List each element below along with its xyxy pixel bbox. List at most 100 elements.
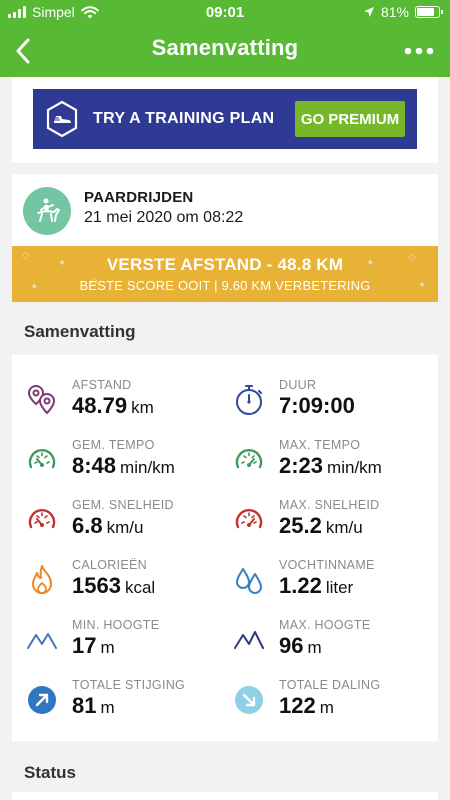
stat-value: 81 m xyxy=(72,693,115,719)
stat-unit: kcal xyxy=(124,578,156,597)
stat-max-speed: MAX. SNELHEID 25.2 km/u xyxy=(231,498,431,548)
speedometer-icon xyxy=(24,442,60,478)
stat-unit: km xyxy=(131,398,154,417)
sparkle-icon: ✦ xyxy=(418,280,427,291)
location-pins-icon xyxy=(24,382,60,418)
mountains-icon xyxy=(24,622,60,658)
summary-section-title: Samenvatting xyxy=(24,322,136,341)
status-section-title: Status xyxy=(24,763,76,782)
battery-icon xyxy=(415,6,443,18)
sparkle-icon: ✦ xyxy=(58,258,67,269)
stat-total-descent: TOTALE DALING 122 m xyxy=(231,678,431,728)
stat-value: 48.79 km xyxy=(72,393,154,419)
banner-container: TRY A TRAINING PLAN GO PREMIUM xyxy=(12,77,438,163)
stat-unit: m xyxy=(307,638,322,657)
stat-total-ascent: TOTALE STIJGING 81 m xyxy=(24,678,224,728)
stat-number: 17 xyxy=(72,633,97,658)
shoe-shield-icon xyxy=(46,100,78,138)
sparkle-icon: ✦ xyxy=(366,258,375,269)
stat-label: TOTALE DALING xyxy=(279,678,381,692)
go-premium-button[interactable]: GO PREMIUM xyxy=(295,101,405,137)
stat-value: 8:48 min/km xyxy=(72,453,175,479)
stat-label: GEM. TEMPO xyxy=(72,438,155,452)
stat-value: 25.2 km/u xyxy=(279,513,363,539)
summary-stats-card: AFSTAND 48.79 km DUUR 7:09:00 GEM. TEMPO … xyxy=(12,355,438,741)
stat-label: MAX. TEMPO xyxy=(279,438,361,452)
nav-bar: Samenvatting xyxy=(0,26,450,77)
stat-number: 81 xyxy=(72,693,97,718)
stat-label: VOCHTINNAME xyxy=(279,558,375,572)
stat-number: 8:48 xyxy=(72,453,117,478)
speedometer-icon xyxy=(231,442,267,478)
stat-unit: min/km xyxy=(327,458,382,477)
stat-max-altitude: MAX. HOOGTE 96 m xyxy=(231,618,431,668)
record-subtitle: BESTE SCORE OOIT | 9.60 KM VERBETERING xyxy=(79,278,371,293)
mountains-icon xyxy=(231,622,267,658)
stat-value: 17 m xyxy=(72,633,115,659)
arrow-up-right-icon xyxy=(24,682,60,718)
stat-calories: CALORIEËN 1563 kcal xyxy=(24,558,224,608)
activity-card: PAARDRIJDEN 21 mei 2020 om 08:22 ◇ ✦ ✦ ◇… xyxy=(12,174,438,302)
stat-duration: DUUR 7:09:00 xyxy=(231,378,431,428)
stat-number: 1.22 xyxy=(279,573,322,598)
horse-riding-icon xyxy=(23,187,71,235)
location-arrow-icon xyxy=(363,7,374,17)
stat-unit: km/u xyxy=(106,518,144,537)
stat-value: 96 m xyxy=(279,633,322,659)
stat-unit: min/km xyxy=(120,458,175,477)
stat-unit: liter xyxy=(325,578,354,597)
stat-label: GEM. SNELHEID xyxy=(72,498,174,512)
stat-value: 1.22 liter xyxy=(279,573,353,599)
speedometer-icon xyxy=(231,502,267,538)
stat-min-altitude: MIN. HOOGTE 17 m xyxy=(24,618,224,668)
status-bar: Simpel 09:01 81% xyxy=(0,0,450,26)
stat-avg-speed: GEM. SNELHEID 6.8 km/u xyxy=(24,498,224,548)
stopwatch-icon xyxy=(231,382,267,418)
stat-label: MAX. HOOGTE xyxy=(279,618,371,632)
battery-percentage: 81% xyxy=(380,4,409,20)
sparkle-icon: ✦ xyxy=(30,282,39,293)
stat-number: 1563 xyxy=(72,573,121,598)
personal-record-banner: ◇ ✦ ✦ ◇ ✦ ◇ ✦ VERSTE AFSTAND - 48.8 KM B… xyxy=(12,246,438,302)
banner-text: TRY A TRAINING PLAN xyxy=(93,110,275,127)
stat-unit: km/u xyxy=(325,518,363,537)
page-title: Samenvatting xyxy=(151,35,299,60)
arrow-down-right-icon xyxy=(231,682,267,718)
flame-icon xyxy=(24,562,60,598)
stat-number: 2:23 xyxy=(279,453,324,478)
sparkle-icon: ◇ xyxy=(408,252,416,263)
stat-label: TOTALE STIJGING xyxy=(72,678,186,692)
more-options-button[interactable] xyxy=(402,38,436,64)
status-card-top xyxy=(12,792,438,800)
stat-label: CALORIEËN xyxy=(72,558,147,572)
status-bar-right: 81% xyxy=(363,4,443,20)
stat-number: 48.79 xyxy=(72,393,128,418)
stat-number: 6.8 xyxy=(72,513,103,538)
stat-value: 122 m xyxy=(279,693,334,719)
battery-level xyxy=(417,8,434,16)
water-drops-icon xyxy=(231,562,267,598)
stat-label: DUUR xyxy=(279,378,317,392)
stat-value: 1563 kcal xyxy=(72,573,155,599)
stat-unit: m xyxy=(100,698,115,717)
stat-label: MIN. HOOGTE xyxy=(72,618,160,632)
speedometer-icon xyxy=(24,502,60,538)
stat-number: 25.2 xyxy=(279,513,322,538)
stat-value: 6.8 km/u xyxy=(72,513,143,539)
activity-type: PAARDRIJDEN xyxy=(84,189,194,206)
sparkle-icon: ◇ xyxy=(22,250,30,261)
stat-label: MAX. SNELHEID xyxy=(279,498,380,512)
stat-number: 7:09:00 xyxy=(279,393,355,418)
activity-date: 21 mei 2020 om 08:22 xyxy=(84,209,244,226)
training-plan-banner[interactable]: TRY A TRAINING PLAN GO PREMIUM xyxy=(33,89,417,149)
stat-max-pace: MAX. TEMPO 2:23 min/km xyxy=(231,438,431,488)
stat-number: 122 xyxy=(279,693,316,718)
stat-unit: m xyxy=(100,638,115,657)
stat-hydration: VOCHTINNAME 1.22 liter xyxy=(231,558,431,608)
stat-distance: AFSTAND 48.79 km xyxy=(24,378,224,428)
stat-value: 2:23 min/km xyxy=(279,453,382,479)
stat-unit: m xyxy=(319,698,334,717)
more-dots-icon xyxy=(404,47,434,55)
stat-value: 7:09:00 xyxy=(279,393,359,419)
app-header: Simpel 09:01 81% Samenvatting xyxy=(0,0,450,77)
